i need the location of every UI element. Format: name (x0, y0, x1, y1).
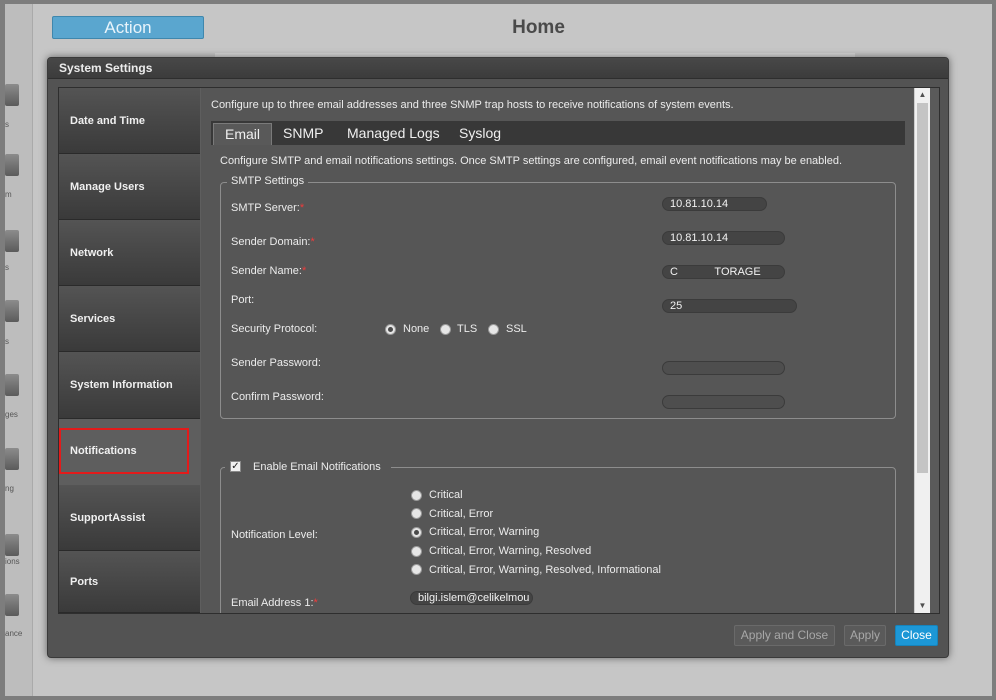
dialog-title: System Settings (48, 58, 948, 79)
notification-level-label: Notification Level: (231, 529, 318, 541)
tab-managed-logs[interactable]: Managed Logs (347, 121, 440, 145)
page-title: Home (512, 17, 565, 38)
protocol-ssl-label: SSL (506, 323, 527, 335)
level-critical-error-warning-label: Critical, Error, Warning (429, 526, 540, 538)
protocol-none-label: None (403, 323, 430, 335)
email-notifications-group (220, 467, 896, 613)
enable-email-notifications-label: Enable Email Notifications (253, 461, 381, 473)
smtp-server-label: SMTP Server:* (231, 202, 305, 214)
protocol-tls-label: TLS (457, 323, 478, 335)
sidebar-item-ports[interactable]: Ports (59, 551, 200, 613)
rail-label: ng (5, 484, 14, 493)
smtp-server-input[interactable]: 10.81.10.14 (662, 197, 767, 211)
apply-button[interactable]: Apply (844, 625, 886, 646)
rail-label: s (5, 263, 9, 272)
port-input[interactable]: 25 (662, 299, 797, 313)
rail-label: s (5, 120, 9, 129)
rail-label: s (5, 337, 9, 346)
rail-label: m (5, 190, 12, 199)
level-critical-error-label: Critical, Error (429, 508, 494, 520)
email-address-1-input[interactable]: bilgi.islem@celikelmou (410, 591, 533, 605)
confirm-password-input[interactable] (662, 395, 785, 409)
protocol-tls-radio[interactable] (440, 324, 451, 335)
sender-domain-input[interactable]: 10.81.10.14 (662, 231, 785, 245)
confirm-password-label: Confirm Password: (231, 391, 324, 403)
level-critical-radio[interactable] (411, 490, 422, 501)
sender-name-input[interactable]: C TORAGE (662, 265, 785, 279)
sidebar-item-system-information[interactable]: System Information (59, 352, 200, 419)
sender-password-input[interactable] (662, 361, 785, 375)
security-protocol-label: Security Protocol: (231, 323, 318, 335)
notifications-panel: Configure up to three email addresses an… (201, 88, 913, 613)
scroll-down-arrow-icon[interactable]: ▼ (915, 599, 930, 613)
sidebar-item-manage-users[interactable]: Manage Users (59, 154, 200, 220)
mapping-icon[interactable] (5, 448, 19, 470)
rail-label: ges (5, 410, 18, 419)
port-label: Port: (231, 294, 255, 306)
apply-and-close-button[interactable]: Apply and Close (734, 625, 835, 646)
sender-domain-label: Sender Domain:* (231, 236, 315, 248)
content-scrollbar[interactable]: ▲ ▼ (914, 88, 930, 613)
sidebar-item-date-and-time[interactable]: Date and Time (59, 88, 200, 154)
connections-icon[interactable] (5, 534, 19, 556)
tab-email[interactable]: Email (213, 123, 273, 145)
level-informational-label: Critical, Error, Warning, Resolved, Info… (429, 564, 661, 576)
sender-password-label: Sender Password: (231, 357, 321, 369)
sidebar-item-notifications[interactable]: Notifications (59, 428, 189, 474)
scroll-up-arrow-icon[interactable]: ▲ (915, 88, 930, 102)
sidebar-item-network[interactable]: Network (59, 220, 200, 286)
intro-text: Configure up to three email addresses an… (211, 99, 734, 111)
level-informational-radio[interactable] (411, 564, 422, 575)
tab-bar: Email SNMP Managed Logs Syslog (211, 121, 905, 145)
rail-label: ance (5, 629, 23, 638)
volumes-icon[interactable] (5, 374, 19, 396)
sender-name-label: Sender Name:* (231, 265, 307, 277)
protocol-none-radio[interactable] (385, 324, 396, 335)
tab-snmp[interactable]: SNMP (283, 121, 323, 145)
close-button[interactable]: Close (895, 625, 938, 646)
database-icon[interactable] (5, 300, 19, 322)
level-critical-label: Critical (429, 489, 463, 501)
left-nav-rail: s m s s ges ng ions ance (5, 4, 33, 696)
system-settings-dialog: System Settings Date and Time Manage Use… (47, 57, 949, 658)
level-resolved-radio[interactable] (411, 546, 422, 557)
server-icon[interactable] (5, 154, 19, 176)
storage-icon[interactable] (5, 230, 19, 252)
system-icon[interactable] (5, 84, 19, 106)
protocol-ssl-radio[interactable] (488, 324, 499, 335)
dialog-body: Date and Time Manage Users Network Servi… (58, 87, 940, 614)
tab-syslog[interactable]: Syslog (459, 121, 501, 145)
email-tab-description: Configure SMTP and email notifications s… (220, 155, 843, 167)
sidebar-item-supportassist[interactable]: SupportAssist (59, 485, 200, 551)
level-resolved-label: Critical, Error, Warning, Resolved (429, 545, 592, 557)
email-address-1-label: Email Address 1:* (231, 597, 318, 609)
settings-sidebar: Date and Time Manage Users Network Servi… (59, 88, 201, 613)
sidebar-item-services[interactable]: Services (59, 286, 200, 352)
level-critical-error-radio[interactable] (411, 508, 422, 519)
rail-label: ions (5, 557, 20, 566)
scroll-thumb[interactable] (917, 103, 928, 473)
maintenance-icon[interactable] (5, 594, 19, 616)
enable-email-notifications-checkbox[interactable]: ✓ (230, 461, 241, 472)
level-critical-error-warning-radio[interactable] (411, 527, 422, 538)
smtp-settings-legend: SMTP Settings (227, 175, 309, 187)
